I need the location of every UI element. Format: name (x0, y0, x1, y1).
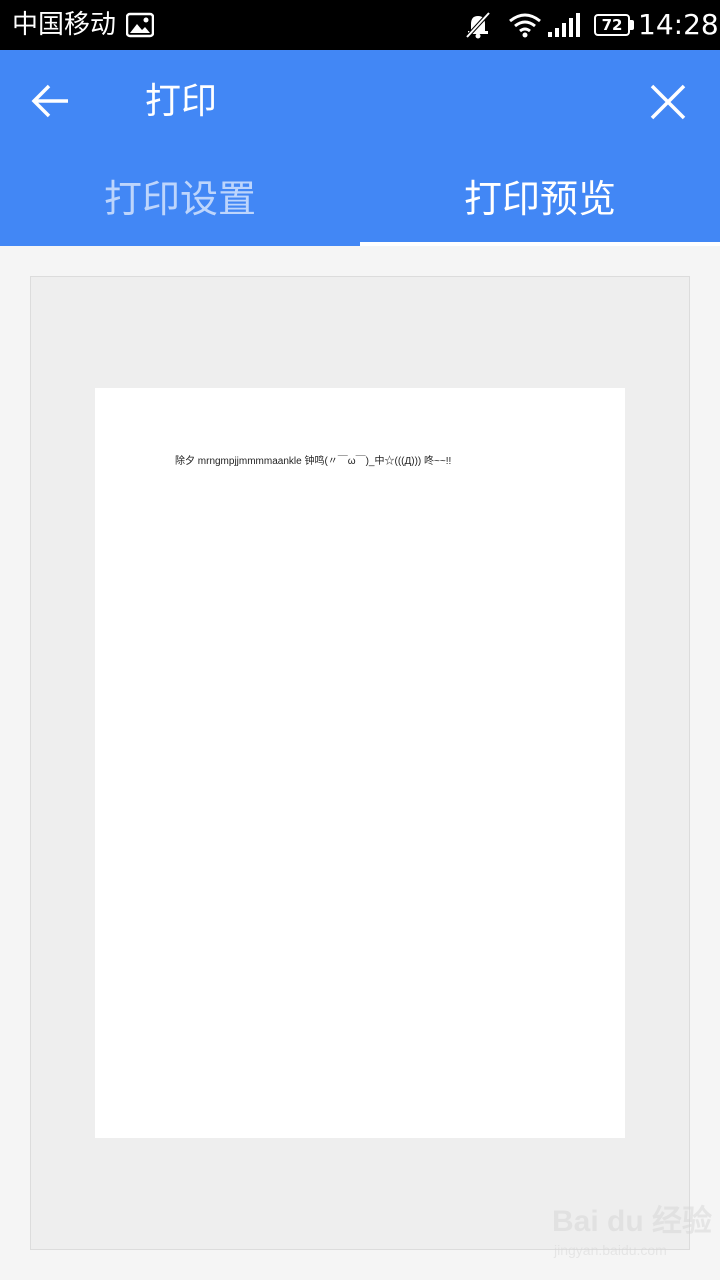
watermark-url: jingyan.baidu.com (554, 1242, 667, 1258)
tab-print-preview[interactable]: 打印预览 (360, 164, 720, 244)
status-bar: 中国移动 72 14:28 (0, 0, 720, 50)
page-text: 除夕 mrngmpjjmmmmaankle 钟鸣(〃￣ω￣)_中☆(((Д)))… (175, 456, 452, 467)
page-title: 打印 (145, 81, 218, 122)
watermark-brand: Bai du 经验 (552, 1205, 713, 1238)
battery-tip (630, 20, 634, 30)
clock: 14:28 (638, 8, 719, 41)
print-preview-area[interactable]: 除夕 mrngmpjjmmmmaankle 钟鸣(〃￣ω￣)_中☆(((Д)))… (30, 276, 690, 1250)
watermark-logo: Bai du 经验 jingyan.baidu.com (552, 1196, 712, 1276)
mute-icon (465, 11, 491, 39)
arrow-left-icon[interactable] (22, 76, 78, 126)
wifi-icon (509, 13, 541, 38)
photo-icon (126, 12, 154, 38)
battery-level: 72 (601, 16, 623, 34)
app-bar: 打印 打印设置 打印预览 (0, 50, 720, 246)
signal-icon (548, 13, 580, 37)
tab-indicator (360, 242, 720, 246)
carrier-name: 中国移动 (12, 10, 117, 40)
battery-icon: 72 (594, 14, 630, 36)
close-icon[interactable] (640, 74, 696, 130)
preview-page[interactable]: 除夕 mrngmpjjmmmmaankle 钟鸣(〃￣ω￣)_中☆(((Д)))… (95, 388, 625, 1138)
tab-print-settings[interactable]: 打印设置 (0, 164, 360, 244)
